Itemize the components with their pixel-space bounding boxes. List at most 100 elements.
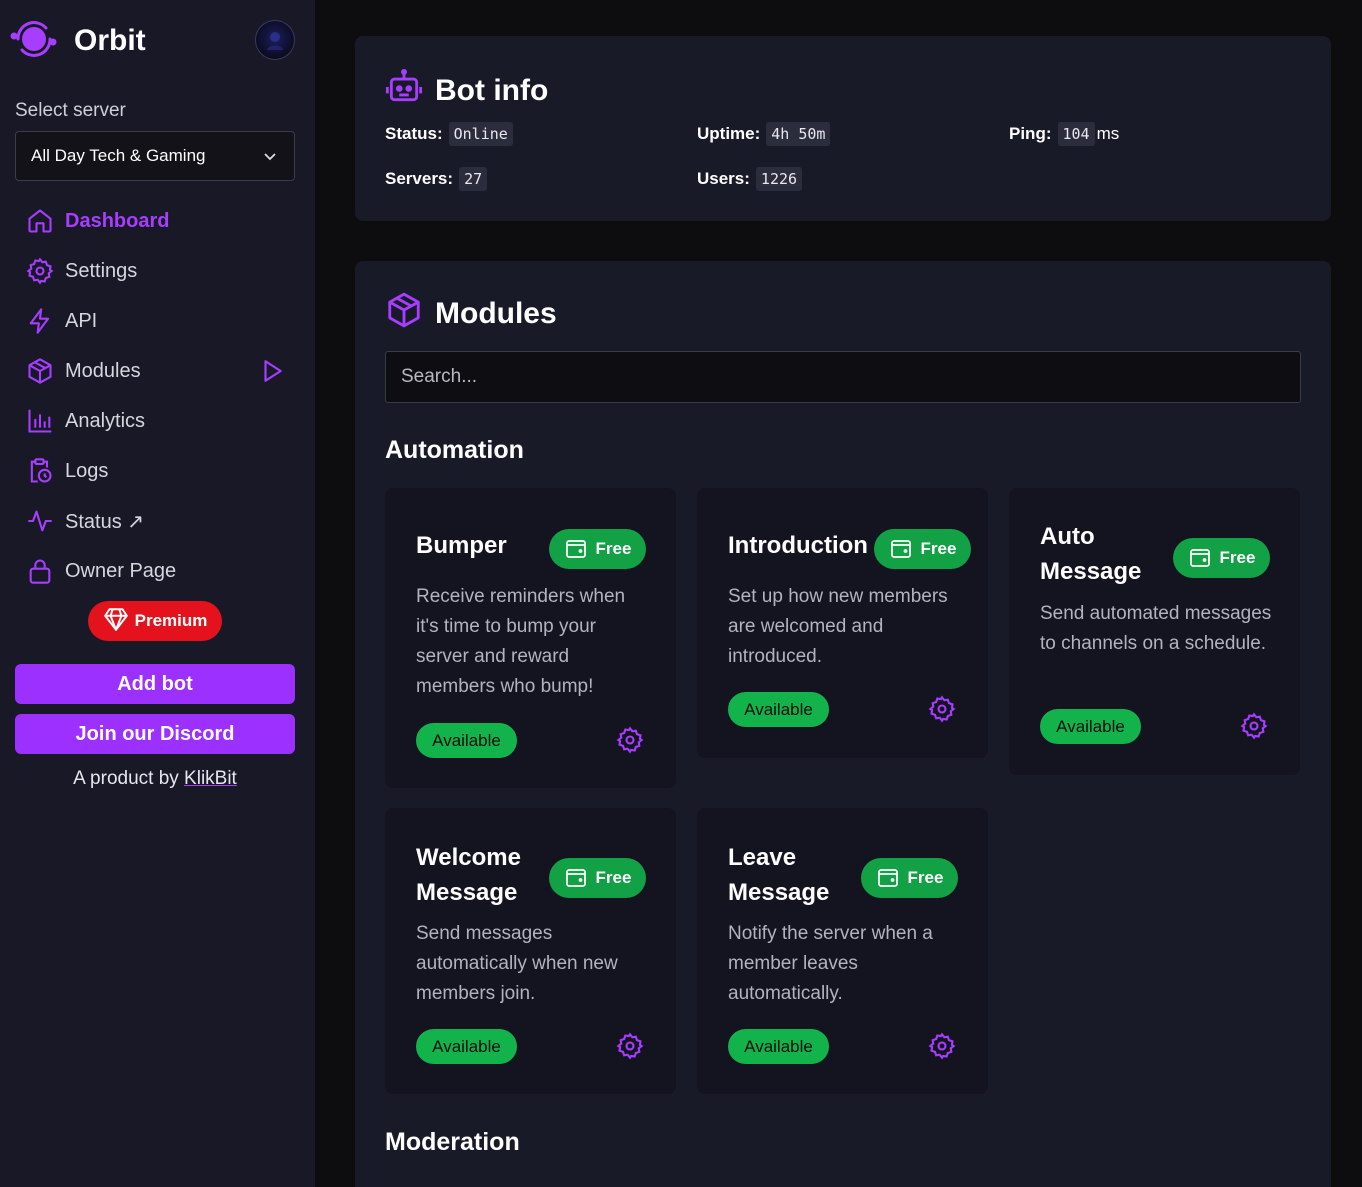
module-description: Receive reminders when it's time to bump… [416,586,626,697]
available-button[interactable]: Available [1040,709,1141,744]
sidebar-nav: Dashboard Settings API Modules Analytics… [25,196,295,596]
status-value: Online [448,122,513,146]
gear-icon [25,256,55,286]
diamond-icon [103,606,135,637]
sidebar-item-status[interactable]: Status ↗ [25,496,295,546]
gear-icon[interactable] [928,695,956,723]
modules-panel: Modules Automation Bumper Free Receive r… [355,261,1331,1187]
uptime-stat: Uptime: 4h 50m [697,122,831,146]
klikbit-link[interactable]: KlikBit [184,768,237,789]
sidebar-item-label: Analytics [65,409,146,432]
cube-icon [385,291,435,337]
gear-icon[interactable] [1240,712,1268,740]
ping-label: Ping: [1009,124,1052,143]
lock-icon [25,556,55,586]
free-badge: Free [549,529,646,569]
available-button[interactable]: Available [416,723,517,758]
robot-icon [385,68,435,114]
bot-info-panel: Bot info Status: Online Uptime: 4h 50m P… [355,36,1331,221]
servers-label: Servers: [385,169,454,188]
uptime-value: 4h 50m [766,122,831,146]
free-badge: Free [1173,538,1270,578]
sidebar-item-api[interactable]: API [25,296,295,346]
module-search-input[interactable] [385,351,1301,403]
avatar[interactable] [255,20,295,60]
clipboard-clock-icon [25,456,55,486]
ping-stat: Ping: 104 ms [1009,122,1119,146]
product-prefix: A product by [73,768,185,789]
premium-badge[interactable]: Premium [88,601,222,641]
wallet-icon [890,540,911,558]
sidebar-item-label: API [65,309,98,332]
free-badge: Free [549,858,646,898]
wallet-icon [565,540,586,558]
section-heading-automation: Automation [385,436,524,464]
bot-info-title: Bot info [435,74,549,107]
sidebar-item-label: Status ↗ [65,510,145,533]
module-card-auto-message: Auto Message Free Send automated message… [1009,488,1300,775]
chevron-down-icon [262,148,278,169]
pulse-icon [25,506,55,536]
free-label: Free [907,868,944,887]
module-title: Auto Message [1040,523,1142,585]
play-triangle-icon[interactable] [259,358,285,389]
home-icon [25,206,55,236]
uptime-label: Uptime: [697,124,761,143]
gear-icon[interactable] [928,1032,956,1060]
sidebar-item-owner-page[interactable]: Owner Page [25,546,295,596]
module-card-bumper: Bumper Free Receive reminders when it's … [385,488,676,788]
module-description: Set up how new members are welcomed and … [728,586,948,667]
free-badge: Free [861,858,958,898]
sidebar-item-label: Modules [65,359,141,382]
module-title: Bumper [416,532,507,559]
sidebar-item-logs[interactable]: Logs [25,446,295,496]
available-button[interactable]: Available [728,1029,829,1064]
free-label: Free [1219,548,1256,567]
users-label: Users: [697,169,750,188]
sidebar-item-label: Settings [65,259,138,282]
free-badge: Free [874,529,971,569]
premium-label: Premium [134,611,208,630]
add-bot-button[interactable]: Add bot [15,664,295,704]
lightning-icon [25,306,55,336]
server-select[interactable]: All Day Tech & Gaming [15,131,295,181]
product-credit: A product by KlikBit [0,768,310,790]
sidebar-item-dashboard[interactable]: Dashboard [25,196,295,246]
gear-icon[interactable] [616,1032,644,1060]
sidebar-item-analytics[interactable]: Analytics [25,396,295,446]
wallet-icon [1189,549,1210,567]
available-button[interactable]: Available [728,692,829,727]
gear-icon[interactable] [616,726,644,754]
servers-stat: Servers: 27 [385,167,488,191]
module-title: Leave Message [728,844,830,906]
free-label: Free [920,539,957,558]
wallet-icon [565,869,586,887]
module-description: Notify the server when a member leaves a… [728,923,933,1004]
cube-icon [25,356,55,386]
select-server-label: Select server [15,100,126,121]
sidebar-item-label: Logs [65,459,109,482]
join-discord-button[interactable]: Join our Discord [15,714,295,754]
app-name: Orbit [74,24,146,57]
module-description: Send messages automatically when new mem… [416,923,618,1004]
modules-heading: Modules [385,291,557,337]
module-description: Send automated messages to channels on a… [1040,603,1272,654]
module-card-welcome-message: Welcome Message Free Send messages autom… [385,808,676,1094]
sidebar: Orbit Select server All Day Tech & Gamin… [0,0,315,1187]
sidebar-item-settings[interactable]: Settings [25,246,295,296]
bot-info-heading: Bot info [385,68,548,114]
sidebar-item-modules[interactable]: Modules [25,346,295,396]
modules-title: Modules [435,297,557,330]
sidebar-item-label: Dashboard [65,209,170,232]
ping-value: 104 [1057,122,1095,146]
brand[interactable]: Orbit [8,18,146,64]
module-card-leave-message: Leave Message Free Notify the server whe… [697,808,988,1094]
users-value: 1226 [755,167,803,191]
ping-unit: ms [1096,124,1120,143]
available-button[interactable]: Available [416,1029,517,1064]
orbit-logo-icon [8,16,58,67]
free-label: Free [595,868,632,887]
status-label: Status: [385,124,443,143]
free-label: Free [595,539,632,558]
wallet-icon [877,869,898,887]
